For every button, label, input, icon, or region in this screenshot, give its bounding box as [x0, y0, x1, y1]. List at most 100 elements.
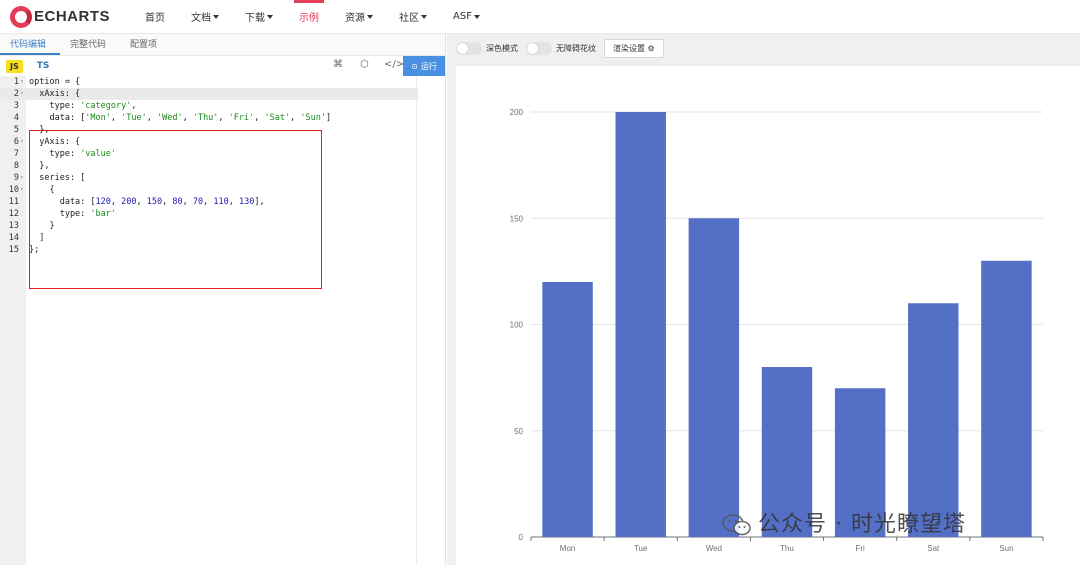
fold-icon[interactable]: ▾: [20, 76, 24, 88]
code-line: 14 ]: [0, 232, 418, 244]
watermark-text: 公众号 · 时光瞭望塔: [758, 512, 966, 537]
nav-menu: 首页 文档 下载 示例 资源 社区 ASF: [132, 0, 493, 34]
x-tick-label: Tue: [634, 544, 648, 553]
code-line: 11 data: [120, 200, 150, 80, 70, 110, 13…: [0, 196, 418, 208]
nav-item-3[interactable]: 示例: [286, 0, 332, 34]
code-text: {: [29, 185, 55, 195]
x-tick-label: Wed: [706, 544, 722, 553]
x-tick-label: Sat: [927, 544, 940, 553]
preview-toolbar: 深色模式 无障碍花纹 渲染设置 ⚙: [447, 34, 1080, 62]
fold-icon[interactable]: ▾: [20, 172, 24, 184]
run-button[interactable]: ⊙ 运行: [403, 56, 445, 76]
code-text: type: 'category',: [29, 101, 137, 111]
line-number: 4: [13, 113, 19, 123]
nav-item-6[interactable]: ASF: [440, 0, 493, 34]
x-tick-label: Sun: [999, 544, 1013, 553]
line-number: 12: [8, 209, 19, 219]
code-text: },: [29, 161, 50, 171]
nav-item-0[interactable]: 首页: [132, 0, 178, 34]
line-number: 11: [8, 197, 19, 207]
tab-2[interactable]: 配置项: [120, 37, 171, 55]
logo-text: ECHARTS: [34, 8, 111, 25]
code-text: data: [120, 200, 150, 80, 70, 110, 130],: [29, 197, 265, 207]
nav-item-1[interactable]: 文档: [178, 0, 232, 34]
code-line: 7 type: 'value': [0, 148, 418, 160]
code-line: 9 ▾ series: [: [0, 172, 418, 184]
x-tick-label: Mon: [560, 544, 576, 553]
top-nav: ECHARTS 首页 文档 下载 示例 资源 社区 ASF: [0, 0, 1080, 34]
line-number: 14: [8, 233, 19, 243]
tab-0[interactable]: 代码编辑: [0, 37, 61, 55]
caret-down-icon: [213, 14, 220, 19]
line-number: 7: [13, 149, 19, 159]
bar: [908, 303, 959, 537]
code-text: ]: [29, 233, 45, 243]
code-line: 6 ▾ yAxis: {: [0, 136, 418, 148]
nav-item-label: 文档: [191, 13, 212, 24]
code-text: }: [29, 221, 55, 231]
render-settings-button[interactable]: 渲染设置 ⚙: [604, 38, 664, 58]
nav-item-4[interactable]: 资源: [332, 0, 386, 34]
code-line: 15};: [0, 244, 418, 256]
x-tick-label: Thu: [780, 544, 794, 553]
code-text: option = {: [29, 77, 81, 87]
nav-item-label: 资源: [345, 13, 366, 24]
lang-ts-tab[interactable]: TS: [37, 61, 50, 71]
nav-item-label: ASF: [453, 11, 472, 22]
code-icon[interactable]: </>: [384, 59, 404, 70]
y-tick-label: 50: [514, 427, 523, 436]
code-line: 4 data: ['Mon', 'Tue', 'Wed', 'Thu', 'Fr…: [0, 112, 418, 124]
line-number: 3: [13, 101, 19, 111]
code-area[interactable]: 1 ▾ option = {2 ▾ xAxis: {3 type: 'category…: [0, 76, 446, 565]
code-line: 12 type: 'bar': [0, 208, 418, 220]
editor-toolbar: JS TS ⌘ ⬡ </> ⊙ 运行: [0, 56, 445, 76]
y-tick-label: 100: [510, 321, 524, 330]
code-text: data: ['Mon', 'Tue', 'Wed', 'Thu', 'Fri'…: [29, 113, 332, 123]
caret-down-icon: [267, 14, 274, 19]
line-number: 13: [8, 221, 19, 231]
code-text: type: 'value': [29, 149, 117, 159]
x-tick-label: Fri: [855, 544, 865, 553]
a11y-label: 无障碍花纹: [556, 43, 596, 53]
preview-panel: 深色模式 无障碍花纹 渲染设置 ⚙ 0 50 100 150 200 Mon Tue Wed T…: [447, 34, 1080, 565]
bar: [981, 260, 1032, 537]
line-number: 1: [13, 77, 19, 87]
nav-item-5[interactable]: 社区: [386, 0, 440, 34]
code-line: 8 },: [0, 160, 418, 172]
watermark: 公众号 · 时光瞭望塔: [722, 506, 966, 538]
fold-icon[interactable]: ▾: [20, 184, 24, 196]
code-line: 1 ▾ option = {: [0, 76, 418, 88]
format-icon[interactable]: ⌘: [333, 59, 343, 70]
lang-js-tab[interactable]: JS: [6, 59, 23, 73]
fold-icon[interactable]: ▾: [20, 136, 24, 148]
y-tick-label: 200: [510, 108, 524, 117]
dark-mode-label: 深色模式: [486, 43, 518, 53]
line-number: 15: [8, 245, 19, 255]
code-editor-panel: 代码编辑 完整代码 配置项 JS TS ⌘ ⬡ </> ⊙ 运行 1 ▾ option …: [0, 34, 446, 565]
y-tick-label: 150: [510, 214, 524, 223]
code-line: 13 }: [0, 220, 418, 232]
fold-icon[interactable]: ▾: [20, 88, 24, 100]
logo-icon: [10, 5, 32, 28]
dark-mode-toggle[interactable]: [456, 41, 482, 55]
bar-chart: 0 50 100 150 200 Mon Tue Wed Thu Fri Sat Sun: [510, 108, 1044, 553]
play-icon: ⊙: [411, 61, 418, 71]
chart-container: 0 50 100 150 200 Mon Tue Wed Thu Fri Sat Sun: [456, 66, 1080, 565]
caret-down-icon: [473, 14, 480, 19]
y-tick-label: 0: [519, 533, 524, 542]
nav-item-2[interactable]: 下载: [232, 0, 286, 34]
bar: [615, 112, 666, 537]
line-number: 5: [13, 125, 19, 135]
code-line: 10 ▾ {: [0, 184, 418, 196]
nav-item-label: 下载: [245, 13, 266, 24]
a11y-toggle[interactable]: [526, 41, 552, 55]
caret-down-icon: [367, 14, 374, 19]
code-text: },: [29, 125, 50, 135]
code-text: yAxis: {: [29, 137, 81, 147]
run-label: 运行: [420, 61, 437, 71]
echarts-logo[interactable]: ECHARTS: [10, 0, 110, 34]
cube-icon[interactable]: ⬡: [360, 59, 369, 70]
tab-1[interactable]: 完整代码: [60, 37, 120, 55]
code-line: 2 ▾ xAxis: {: [0, 88, 418, 100]
code-text: type: 'bar': [29, 209, 117, 219]
